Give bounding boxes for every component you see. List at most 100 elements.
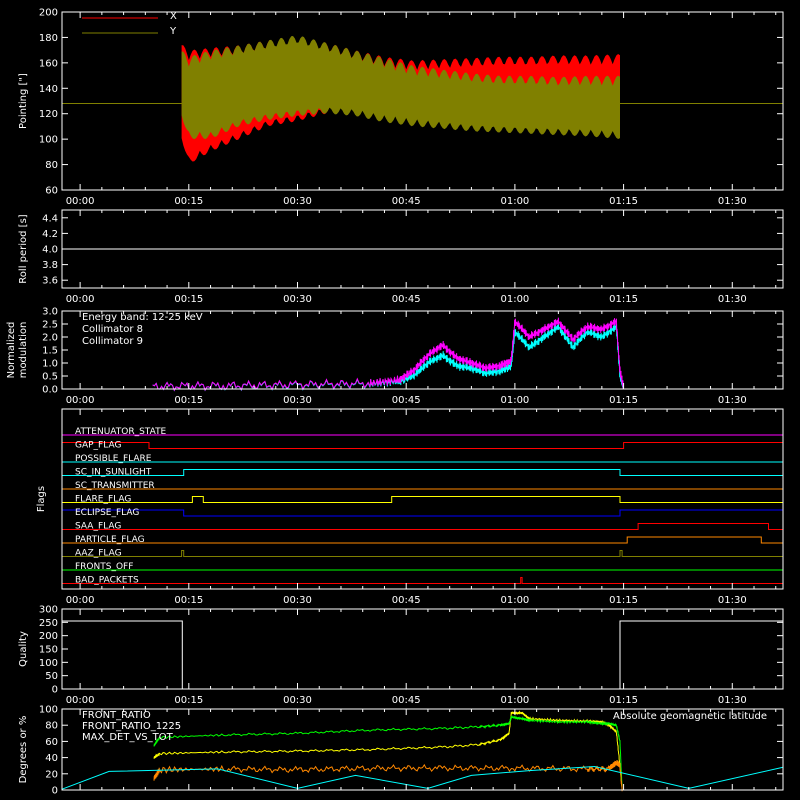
energy-band-label: Energy band: 12-25 keV: [82, 312, 203, 323]
y-tick-label: 0.5: [42, 372, 58, 383]
y-tick-label: 0: [52, 786, 58, 797]
y-tick-label: 3.8: [42, 260, 58, 271]
flag-label: FRONTS_OFF: [75, 562, 133, 572]
legend-label-collimator-9: Collimator 9: [82, 336, 143, 347]
y-tick-label: 180: [39, 33, 58, 44]
x-tick-label: 00:15: [174, 595, 203, 606]
rhessi-summary-plot: 00:00 00:15 00:30 00:45 01:00 01:15 01:30 60 80 1…: [6, 8, 784, 797]
y-tick-label: 60: [45, 186, 58, 197]
y-tick-label: 150: [39, 645, 58, 656]
flag-label: SAA_FLAG: [75, 522, 121, 532]
flag-line-saa-flag: [62, 523, 783, 530]
flag-label: BAD_PACKETS: [75, 576, 139, 586]
flag-line-bad-packets: [62, 577, 783, 584]
y-tick-label: 200: [39, 8, 58, 19]
y-tick-label: 1.0: [42, 359, 58, 370]
y-tick-label: 0: [52, 685, 58, 696]
x-tick-label: 00:30: [283, 595, 312, 606]
figure: 00:00 00:15 00:30 00:45 01:00 01:15 01:30 60 80 1…: [0, 0, 800, 800]
y-tick-label: 160: [39, 58, 58, 69]
x-tick-label: 00:15: [174, 395, 203, 406]
x-tick-label: 01:30: [718, 395, 747, 406]
x-tick-label: 00:30: [283, 395, 312, 406]
y-axis-title: Normalized: [6, 322, 17, 379]
x-tick-label: 00:00: [66, 595, 95, 606]
x-tick-label: 00:45: [392, 595, 421, 606]
legend-label: FRONT_RATIO: [82, 710, 151, 721]
x-tick-label: 01:30: [718, 695, 747, 706]
x-tick-label: 00:45: [392, 196, 421, 207]
y-tick-label: 2.0: [42, 333, 58, 344]
y-tick-label: 3.6: [42, 276, 58, 287]
x-tick-label: 01:15: [609, 595, 638, 606]
flag-line-aaz-flag: [62, 550, 783, 557]
y-tick-label: 0.0: [42, 385, 58, 396]
pointing-band-y: [181, 36, 620, 140]
x-tick-label: 01:15: [609, 395, 638, 406]
x-tick-label: 01:30: [718, 595, 747, 606]
y-axis-title: Pointing ["]: [18, 73, 29, 129]
ratio-line-front-ratio: [153, 710, 623, 791]
flags-frame: [61, 408, 784, 590]
y-tick-label: 100: [39, 135, 58, 146]
y-tick-label: 100: [39, 658, 58, 669]
x-tick-label: 01:00: [500, 294, 529, 305]
x-tick-label: 00:30: [283, 196, 312, 207]
y-tick-label: 1.5: [42, 346, 58, 357]
flag-label: ATTENUATOR_STATE: [75, 427, 167, 437]
legend-label: Absolute geomagnetic latitude: [613, 711, 767, 722]
x-tick-label: 01:00: [500, 695, 529, 706]
quality-line: [62, 620, 783, 690]
x-tick-label: 00:45: [392, 294, 421, 305]
y-axis-title: modulation: [18, 322, 29, 379]
flag-label: PARTICLE_FLAG: [75, 535, 145, 545]
flag-line-eclipse-flag: [61, 509, 784, 517]
legend-label: MAX_DET_VS_TOT: [82, 732, 174, 743]
flag-label: SC_TRANSMITTER: [75, 481, 155, 491]
x-tick-label: 00:15: [174, 695, 203, 706]
y-axis-title: Flags: [36, 486, 47, 512]
flag-label: GAP_FLAG: [75, 441, 121, 451]
x-tick-label: 01:30: [718, 196, 747, 207]
flag-label: POSSIBLE_FLARE: [75, 454, 152, 464]
y-tick-label: 250: [39, 618, 58, 629]
y-tick-label: 4.2: [42, 229, 58, 240]
x-tick-label: 01:15: [609, 294, 638, 305]
y-tick-label: 2.5: [42, 320, 58, 331]
modulation-line-collimator-9: [152, 317, 625, 392]
flag-label: ECLIPSE_FLAG: [75, 508, 139, 518]
x-tick-label: 01:00: [500, 595, 529, 606]
y-tick-label: 50: [45, 671, 58, 682]
y-tick-label: 140: [39, 84, 58, 95]
y-axis-title: Quality: [18, 631, 29, 667]
y-axis-title: Degrees or %: [18, 716, 29, 784]
y-tick-label: 20: [45, 769, 58, 780]
x-tick-label: 00:30: [283, 294, 312, 305]
y-tick-label: 80: [45, 721, 58, 732]
flag-label: FLARE_FLAG: [75, 495, 131, 505]
x-tick-label: 00:45: [392, 395, 421, 406]
y-tick-label: 100: [39, 705, 58, 716]
y-tick-label: 120: [39, 109, 58, 120]
x-tick-label: 00:00: [66, 695, 95, 706]
ratio-line-front-ratio-1225: [153, 715, 623, 790]
flag-line-flare-flag: [62, 496, 783, 503]
legend-label: FRONT_RATIO_1225: [82, 721, 181, 732]
y-tick-label: 4.0: [42, 245, 58, 256]
x-tick-label: 00:00: [66, 196, 95, 207]
x-tick-label: 01:00: [500, 196, 529, 207]
flag-line-sc-in-sunlight: [62, 469, 783, 476]
x-tick-label: 01:15: [609, 695, 638, 706]
y-tick-label: 4.4: [42, 213, 58, 224]
y-tick-label: 300: [39, 605, 58, 616]
x-tick-label: 00:15: [174, 294, 203, 305]
x-tick-label: 00:15: [174, 196, 203, 207]
y-tick-label: 3.0: [42, 307, 58, 318]
x-tick-label: 01:00: [500, 395, 529, 406]
x-tick-label: 00:00: [66, 395, 95, 406]
y-tick-label: 60: [45, 737, 58, 748]
x-tick-label: 01:30: [718, 294, 747, 305]
legend-label-collimator-8: Collimator 8: [82, 324, 143, 335]
x-tick-label: 01:15: [609, 196, 638, 207]
y-tick-label: 80: [45, 160, 58, 171]
